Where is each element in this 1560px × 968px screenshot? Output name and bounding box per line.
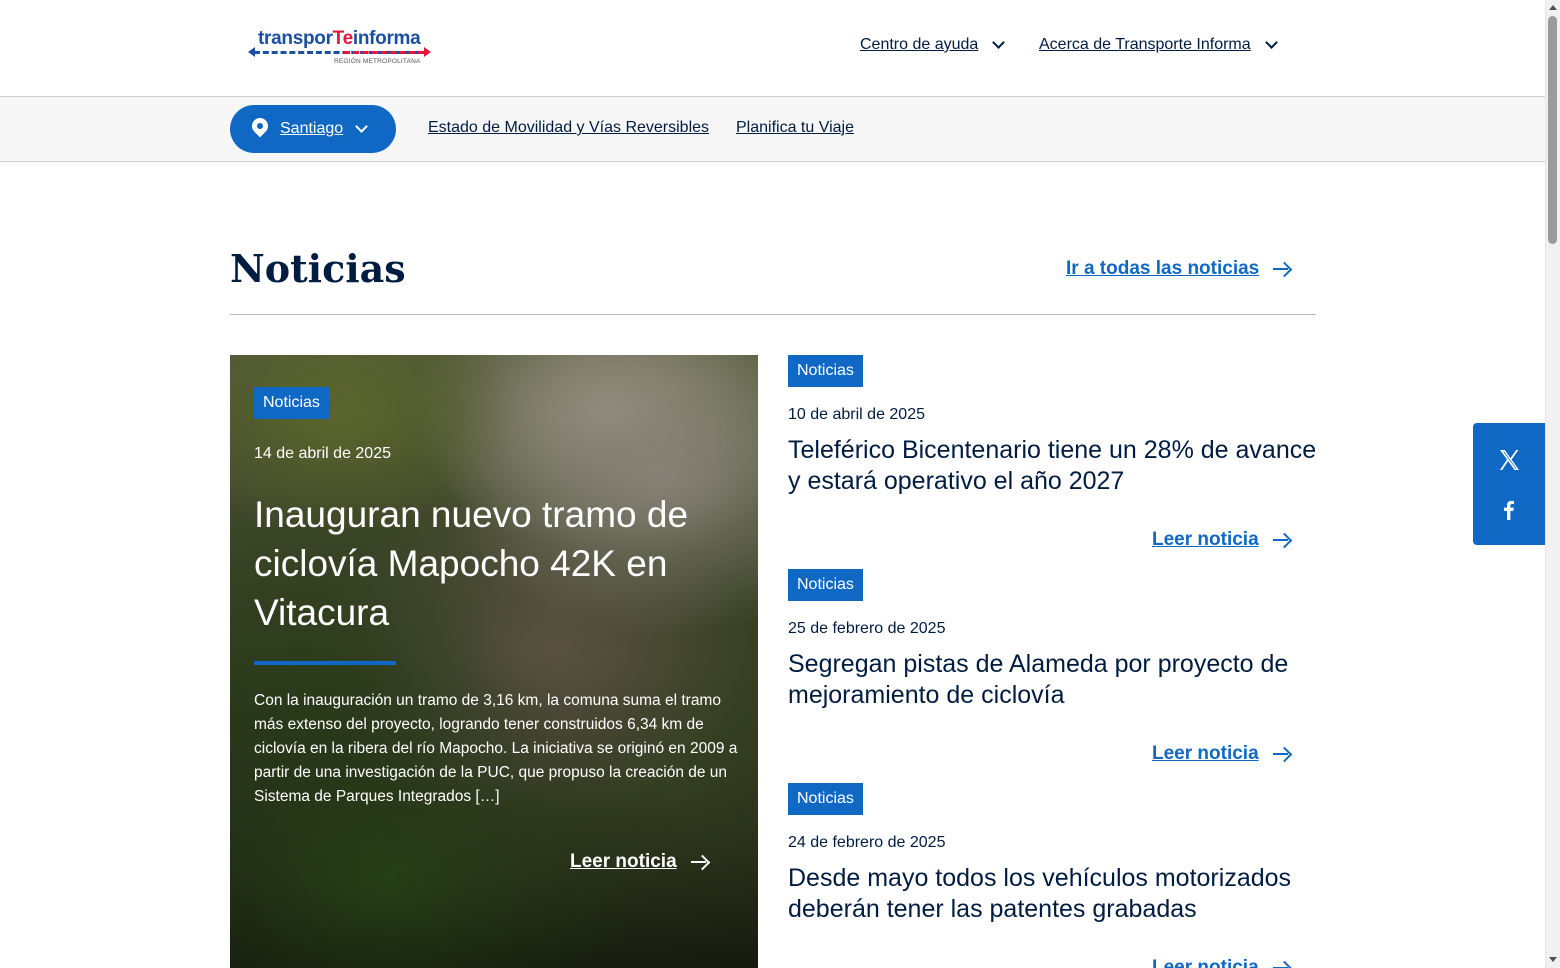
- secondary-nav: Santiago Estado de Movilidad y Vías Reve…: [0, 97, 1545, 162]
- arrow-right-icon: [1272, 532, 1289, 548]
- category-badge[interactable]: Noticias: [788, 355, 863, 387]
- city-label: Santiago: [280, 120, 344, 137]
- logo-dash-line-red: [344, 51, 424, 54]
- category-badge[interactable]: Noticias: [254, 387, 329, 419]
- nav-label: Centro de ayuda: [860, 36, 979, 53]
- news-date: 10 de abril de 2025: [788, 406, 925, 423]
- facebook-icon[interactable]: [1497, 498, 1521, 522]
- read-label: Leer noticia: [1152, 529, 1259, 550]
- all-news-label: Ir a todas las noticias: [1066, 258, 1260, 279]
- news-title[interactable]: Teleférico Bicentenario tiene un 28% de …: [788, 435, 1318, 497]
- section-title: Noticias: [230, 246, 406, 291]
- news-read-link[interactable]: Leer noticia: [1152, 529, 1289, 551]
- news-title[interactable]: Desde mayo todos los vehículos motorizad…: [788, 863, 1318, 925]
- nav-acerca-de[interactable]: Acerca de Transporte Informa: [1039, 36, 1278, 54]
- nav-label: Acerca de Transporte Informa: [1039, 36, 1251, 53]
- logo-arrow-right-icon: [424, 47, 431, 57]
- featured-excerpt: Con la inauguración un tramo de 3,16 km,…: [254, 692, 738, 805]
- arrow-right-icon: [690, 854, 707, 870]
- logo-wordmark: transporTeinforma: [258, 28, 421, 49]
- news-read-link[interactable]: Leer noticia: [1152, 957, 1289, 968]
- site-logo[interactable]: transporTeinforma REGIÓN METROPOLITANA: [248, 28, 434, 68]
- read-label: Leer noticia: [570, 851, 677, 872]
- site-header: transporTeinforma REGIÓN METROPOLITANA C…: [0, 0, 1545, 97]
- featured-news-card[interactable]: Noticias 14 de abril de 2025 Inauguran n…: [230, 355, 758, 968]
- chevron-down-icon: [992, 36, 1006, 49]
- arrow-right-icon: [1272, 746, 1289, 762]
- scrollbar-thumb[interactable]: [1548, 16, 1557, 244]
- all-news-link[interactable]: Ir a todas las noticias: [1066, 258, 1289, 280]
- scroll-down-icon[interactable]: [1549, 957, 1557, 962]
- news-read-link[interactable]: Leer noticia: [1152, 743, 1289, 765]
- featured-read-link[interactable]: Leer noticia: [570, 851, 707, 873]
- featured-date: 14 de abril de 2025: [254, 445, 391, 462]
- news-date: 24 de febrero de 2025: [788, 834, 946, 851]
- logo-subtitle: REGIÓN METROPOLITANA: [334, 58, 421, 65]
- chevron-down-icon: [1264, 36, 1278, 49]
- link-planifica-viaje[interactable]: Planifica tu Viaje: [736, 119, 854, 137]
- arrow-right-icon: [1273, 261, 1289, 277]
- nav-centro-de-ayuda[interactable]: Centro de ayuda: [860, 36, 1006, 54]
- category-badge[interactable]: Noticias: [788, 569, 863, 601]
- scroll-up-icon[interactable]: [1549, 5, 1557, 10]
- location-pin-icon: [252, 118, 268, 140]
- category-badge[interactable]: Noticias: [788, 783, 863, 815]
- chevron-down-icon: [355, 120, 369, 133]
- share-panel: [1473, 423, 1545, 545]
- news-title[interactable]: Segregan pistas de Alameda por proyecto …: [788, 649, 1318, 711]
- city-selector-button[interactable]: Santiago: [230, 105, 396, 153]
- read-label: Leer noticia: [1152, 743, 1259, 764]
- link-estado-movilidad[interactable]: Estado de Movilidad y Vías Reversibles: [428, 119, 709, 137]
- section-divider: [230, 314, 1316, 315]
- x-icon[interactable]: [1497, 448, 1521, 472]
- featured-title[interactable]: Inauguran nuevo tramo de ciclovía Mapoch…: [254, 490, 744, 637]
- read-label: Leer noticia: [1152, 957, 1259, 968]
- news-date: 25 de febrero de 2025: [788, 620, 946, 637]
- title-accent-bar: [254, 661, 396, 665]
- arrow-right-icon: [1272, 960, 1289, 968]
